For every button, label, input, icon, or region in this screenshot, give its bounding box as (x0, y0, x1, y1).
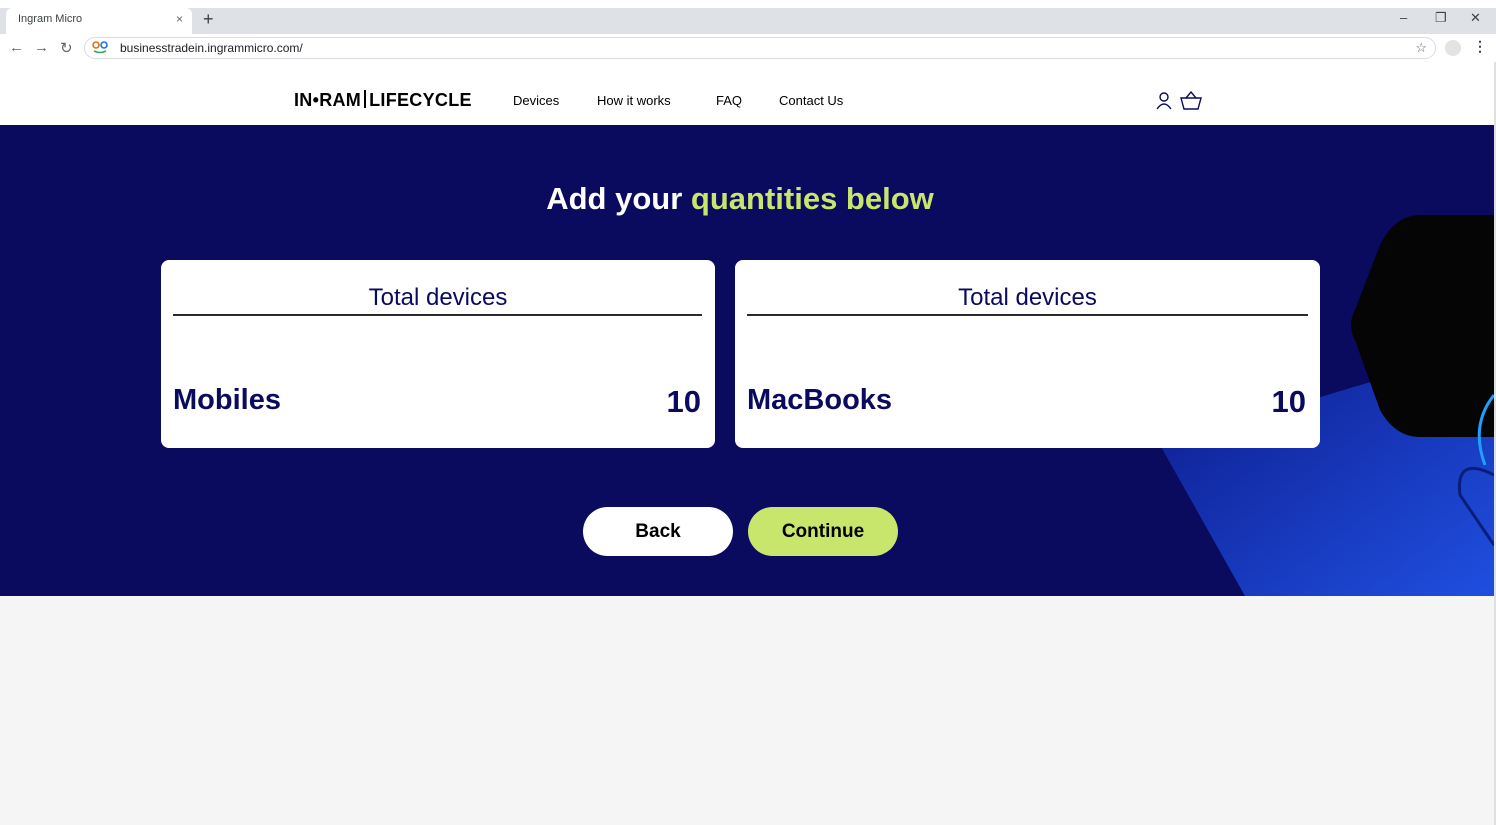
new-tab-button[interactable]: + (203, 9, 214, 30)
page-title: Add your quantities below (0, 181, 1480, 217)
site-info-icon[interactable] (91, 40, 111, 57)
site-header: IN•RAM LIFECYCLE Devices How it works FAQ… (0, 62, 1496, 125)
browser-menu-icon[interactable]: ⋮ (1473, 38, 1487, 55)
nav-contact-us[interactable]: Contact Us (779, 93, 843, 108)
macbooks-card: Total devices MacBooks 10 (735, 260, 1320, 448)
title-prefix: Add your (546, 181, 683, 216)
card-label: MacBooks (747, 384, 893, 416)
back-button[interactable]: Back (583, 507, 733, 556)
card-divider (173, 314, 702, 316)
user-icon[interactable] (1155, 91, 1173, 115)
logo-ingram-text: IN•RAM (294, 90, 362, 110)
title-accent: quantities below (690, 181, 934, 216)
nav-how-it-works[interactable]: How it works (597, 93, 671, 108)
quantities-hero: Add your quantities below Total devices … (0, 125, 1494, 596)
card-quantity: 10 (666, 384, 701, 419)
url-text: businesstradein.ingrammicro.com/ (120, 41, 303, 55)
ingram-lifecycle-logo[interactable]: IN•RAM LIFECYCLE (294, 90, 472, 111)
profile-avatar[interactable] (1445, 40, 1461, 56)
card-label: Mobiles (173, 384, 281, 416)
close-window-icon[interactable]: ✕ (1470, 10, 1481, 26)
address-bar[interactable]: businesstradein.ingrammicro.com/ ☆ (84, 37, 1436, 59)
card-divider (747, 314, 1308, 316)
mobiles-card: Total devices Mobiles 10 (161, 260, 715, 448)
back-arrow-icon[interactable]: ← (9, 39, 24, 56)
tab-close-icon[interactable]: × (176, 12, 183, 26)
bookmark-star-icon[interactable]: ☆ (1415, 40, 1427, 56)
logo-lifecycle-text: LIFECYCLE (369, 90, 472, 110)
restore-icon[interactable]: ❐ (1435, 10, 1447, 26)
nav-faq[interactable]: FAQ (716, 93, 742, 108)
card-quantity: 10 (1271, 384, 1306, 419)
card-heading: Total devices (958, 284, 1097, 311)
browser-tab-bar: Ingram Micro × + – ❐ ✕ (0, 8, 1496, 34)
logo-divider (364, 90, 367, 108)
continue-button[interactable]: Continue (748, 507, 898, 556)
tab-title: Ingram Micro (18, 13, 83, 25)
card-heading: Total devices (368, 284, 508, 311)
minimize-icon[interactable]: – (1400, 10, 1407, 25)
basket-icon[interactable] (1180, 90, 1202, 115)
browser-toolbar: ← → ↻ businesstradein.ingrammicro.com/ ☆… (0, 34, 1496, 62)
page-background-area (0, 596, 1494, 825)
forward-arrow-icon[interactable]: → (34, 39, 49, 56)
browser-tab[interactable]: Ingram Micro × (6, 8, 192, 34)
reload-icon[interactable]: ↻ (60, 39, 73, 57)
nav-devices[interactable]: Devices (513, 93, 559, 108)
